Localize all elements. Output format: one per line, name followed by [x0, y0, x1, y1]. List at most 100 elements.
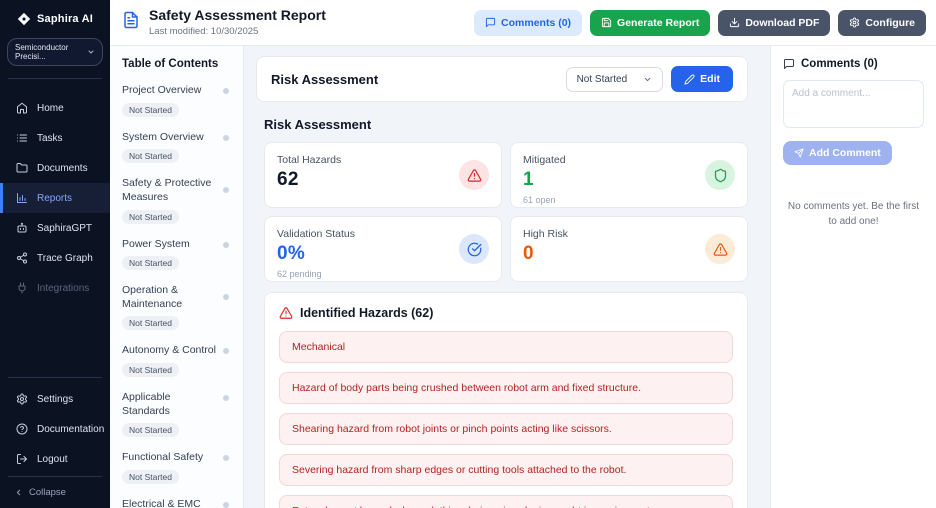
status-badge: Not Started: [122, 470, 179, 485]
generate-report-button[interactable]: Generate Report: [590, 9, 711, 36]
status-dot: [223, 134, 229, 141]
toc-title: Table of Contents: [122, 58, 219, 70]
toc-item-label: Applicable Standards: [122, 391, 171, 417]
sidebar-item-label: Tasks: [37, 132, 63, 144]
toc-item-label: Power System: [122, 237, 190, 250]
stat-card-high-risk: High Risk 0: [510, 216, 748, 282]
status-select-value: Not Started: [576, 73, 628, 85]
diamond-logo-icon: [17, 12, 31, 26]
section-header-card: Risk Assessment Not Started Edit: [256, 56, 748, 102]
triangle-alert-icon: [459, 160, 489, 190]
status-select[interactable]: Not Started: [565, 66, 664, 92]
app-logo: Saphira AI: [0, 0, 110, 34]
section-header-title: Risk Assessment: [271, 71, 379, 87]
hazard-item[interactable]: Entanglement hazard where clothing, hair…: [279, 495, 733, 508]
stat-value: 0%: [277, 243, 306, 264]
triangle-alert-icon: [705, 234, 735, 264]
collapse-button[interactable]: Collapse: [0, 477, 110, 508]
sidebar-item-label: Trace Graph: [37, 252, 93, 264]
hazard-item[interactable]: Severing hazard from sharp edges or cutt…: [279, 454, 733, 486]
toc-item-electrical-emc[interactable]: Electrical & EMC Not Started: [122, 498, 231, 508]
stat-card-mitigated: Mitigated 1 61 open: [510, 142, 748, 208]
sidebar-nav: Home Tasks Documents Reports SaphiraGPT …: [0, 93, 110, 303]
logout-icon: [17, 454, 27, 464]
comments-button[interactable]: Comments (0): [474, 9, 583, 36]
stat-value: 1: [523, 169, 534, 190]
toc-item-label: Project Overview: [122, 84, 202, 96]
add-comment-button[interactable]: Add Comment: [783, 141, 892, 165]
add-comment-label: Add Comment: [809, 147, 881, 159]
status-dot: [223, 88, 229, 94]
sidebar-item-documents[interactable]: Documents: [0, 153, 110, 183]
toc-item-applicable-standards[interactable]: Applicable Standards Not Started: [122, 391, 231, 438]
tasks-icon: [17, 134, 27, 142]
sidebar-item-label: Integrations: [37, 282, 90, 294]
toc-item-operation-maintenance[interactable]: Operation & Maintenance Not Started: [122, 284, 231, 331]
sidebar-item-settings[interactable]: Settings: [0, 384, 110, 414]
sidebar-item-documentation[interactable]: Documentation: [0, 414, 110, 444]
comment-bubble-icon: [485, 17, 496, 28]
sidebar-divider: [8, 78, 102, 79]
pencil-icon: [684, 73, 695, 85]
stat-subtext: 61 open: [523, 195, 556, 205]
folder-icon: [16, 163, 28, 173]
app-logo-label: Saphira AI: [37, 13, 93, 25]
status-badge: Not Started: [122, 256, 179, 271]
toc-item-label: Operation & Maintenance: [122, 284, 183, 310]
status-badge: Not Started: [122, 209, 179, 224]
edit-button[interactable]: Edit: [671, 66, 733, 92]
sidebar-item-label: Settings: [37, 393, 74, 405]
comments-empty-state: No comments yet. Be the first to add one…: [787, 201, 920, 227]
status-badge: Not Started: [122, 102, 179, 117]
plug-icon: [18, 282, 26, 294]
status-badge: Not Started: [122, 316, 179, 331]
download-pdf-label: Download PDF: [745, 16, 820, 29]
toc-item-power-system[interactable]: Power System Not Started: [122, 238, 231, 272]
stat-card-validation-status: Validation Status 0% 62 pending: [264, 216, 502, 282]
hazard-item[interactable]: Shearing hazard from robot joints or pin…: [279, 413, 733, 445]
org-selector[interactable]: Semiconductor Precisi...: [7, 38, 103, 66]
main-content: Risk Assessment Not Started Edit Risk As…: [244, 46, 770, 508]
status-badge: Not Started: [122, 149, 179, 164]
gear-icon: [17, 393, 27, 405]
configure-button[interactable]: Configure: [838, 9, 926, 36]
triangle-alert-icon: [279, 307, 293, 319]
sidebar-item-reports[interactable]: Reports: [0, 183, 110, 213]
toc-item-functional-safety[interactable]: Functional Safety Not Started: [122, 451, 231, 485]
toc-item-autonomy-control[interactable]: Autonomy & Control Not Started: [122, 344, 231, 378]
chevron-left-icon: [16, 489, 21, 496]
sidebar-item-integrations[interactable]: Integrations: [0, 273, 110, 303]
sidebar-item-trace-graph[interactable]: Trace Graph: [0, 243, 110, 273]
comment-bubble-icon: [784, 59, 794, 69]
status-dot: [223, 187, 229, 194]
download-pdf-button[interactable]: Download PDF: [718, 9, 831, 36]
generate-report-label: Generate Report: [617, 16, 700, 29]
hazard-item[interactable]: Hazard of body parts being crushed betwe…: [279, 372, 733, 404]
stat-label: Validation Status: [277, 228, 356, 240]
status-dot: [223, 241, 229, 248]
circle-check-icon: [459, 234, 489, 264]
bar-chart-icon: [17, 193, 27, 203]
page-title: Safety Assessment Report: [149, 7, 326, 24]
hazard-item[interactable]: Mechanical: [279, 331, 733, 363]
sidebar-item-tasks[interactable]: Tasks: [0, 123, 110, 153]
network-icon: [17, 252, 27, 264]
toc-item-system-overview[interactable]: System Overview Not Started: [122, 131, 231, 165]
status-dot: [223, 395, 229, 402]
sidebar-item-label: Reports: [37, 192, 73, 204]
send-icon: [794, 148, 804, 158]
sidebar-item-label: Logout: [37, 453, 68, 465]
comment-input[interactable]: [783, 80, 924, 128]
stats-grid: Total Hazards 62 Mitigated 1 61 open Val…: [264, 142, 748, 282]
stat-card-total-hazards: Total Hazards 62: [264, 142, 502, 208]
edit-button-label: Edit: [700, 73, 720, 85]
comments-button-label: Comments (0): [501, 16, 572, 29]
toc-item-label: Functional Safety: [122, 451, 204, 464]
sidebar-item-label: Home: [37, 102, 64, 114]
app-window: Saphira AI Semiconductor Precisi... Home…: [0, 0, 936, 508]
sidebar-item-home[interactable]: Home: [0, 93, 110, 123]
sidebar-item-logout[interactable]: Logout: [0, 444, 110, 474]
toc-item-safety-protective-measures[interactable]: Safety & Protective Measures Not Started: [122, 177, 231, 224]
toc-item-project-overview[interactable]: Project Overview Not Started: [122, 84, 231, 118]
sidebar-item-saphiragpt[interactable]: SaphiraGPT: [0, 213, 110, 243]
